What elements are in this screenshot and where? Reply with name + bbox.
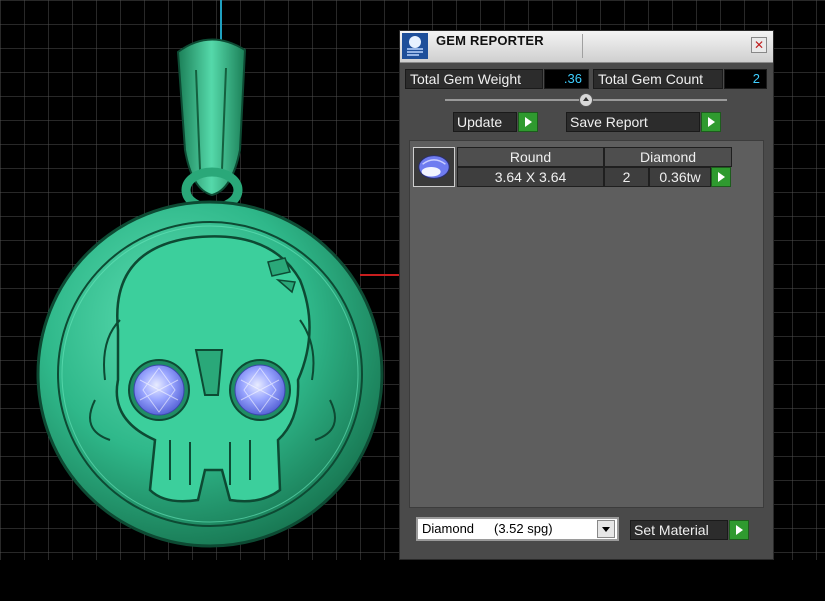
save-report-play-arrow-icon[interactable] (701, 112, 721, 132)
total-gem-count-value: 2 (724, 69, 767, 89)
total-gem-count-label: Total Gem Count (593, 69, 723, 89)
gem-shape-cell: Round (457, 147, 604, 167)
set-material-button[interactable]: Set Material (630, 520, 728, 540)
round-gem-icon[interactable] (413, 147, 455, 187)
material-select-name: Diamond (422, 521, 475, 536)
update-play-arrow-icon[interactable] (518, 112, 538, 132)
gem-row-play-arrow-icon[interactable] (711, 167, 731, 187)
close-icon[interactable]: ✕ (751, 37, 767, 53)
gem-weight-cell: 0.36tw (649, 167, 711, 187)
material-select-spg: (3.52 spg) (494, 521, 553, 536)
title-divider (582, 34, 583, 58)
gem-reporter-panel: GEM REPORTER ✕ Total Gem Weight .36 Tota… (399, 30, 774, 560)
gem-size-cell: 3.64 X 3.64 (457, 167, 604, 187)
title-bar[interactable]: GEM REPORTER ✕ (400, 31, 773, 63)
chevron-down-icon[interactable] (597, 520, 615, 538)
slider-thumb-icon[interactable] (579, 93, 593, 107)
save-report-button[interactable]: Save Report (566, 112, 700, 132)
panel-title: GEM REPORTER (436, 33, 544, 48)
update-button[interactable]: Update (453, 112, 517, 132)
gem-count-cell: 2 (604, 167, 649, 187)
gem-list[interactable]: Round Diamond 3.64 X 3.64 2 0.36tw (409, 140, 764, 508)
gem-material-cell: Diamond (604, 147, 732, 167)
total-gem-weight-value: .36 (544, 69, 589, 89)
set-material-play-arrow-icon[interactable] (729, 520, 749, 540)
material-select[interactable]: Diamond (3.52 spg) (416, 517, 619, 541)
total-gem-weight-label: Total Gem Weight (405, 69, 543, 89)
gem-reporter-app-icon (402, 33, 428, 59)
